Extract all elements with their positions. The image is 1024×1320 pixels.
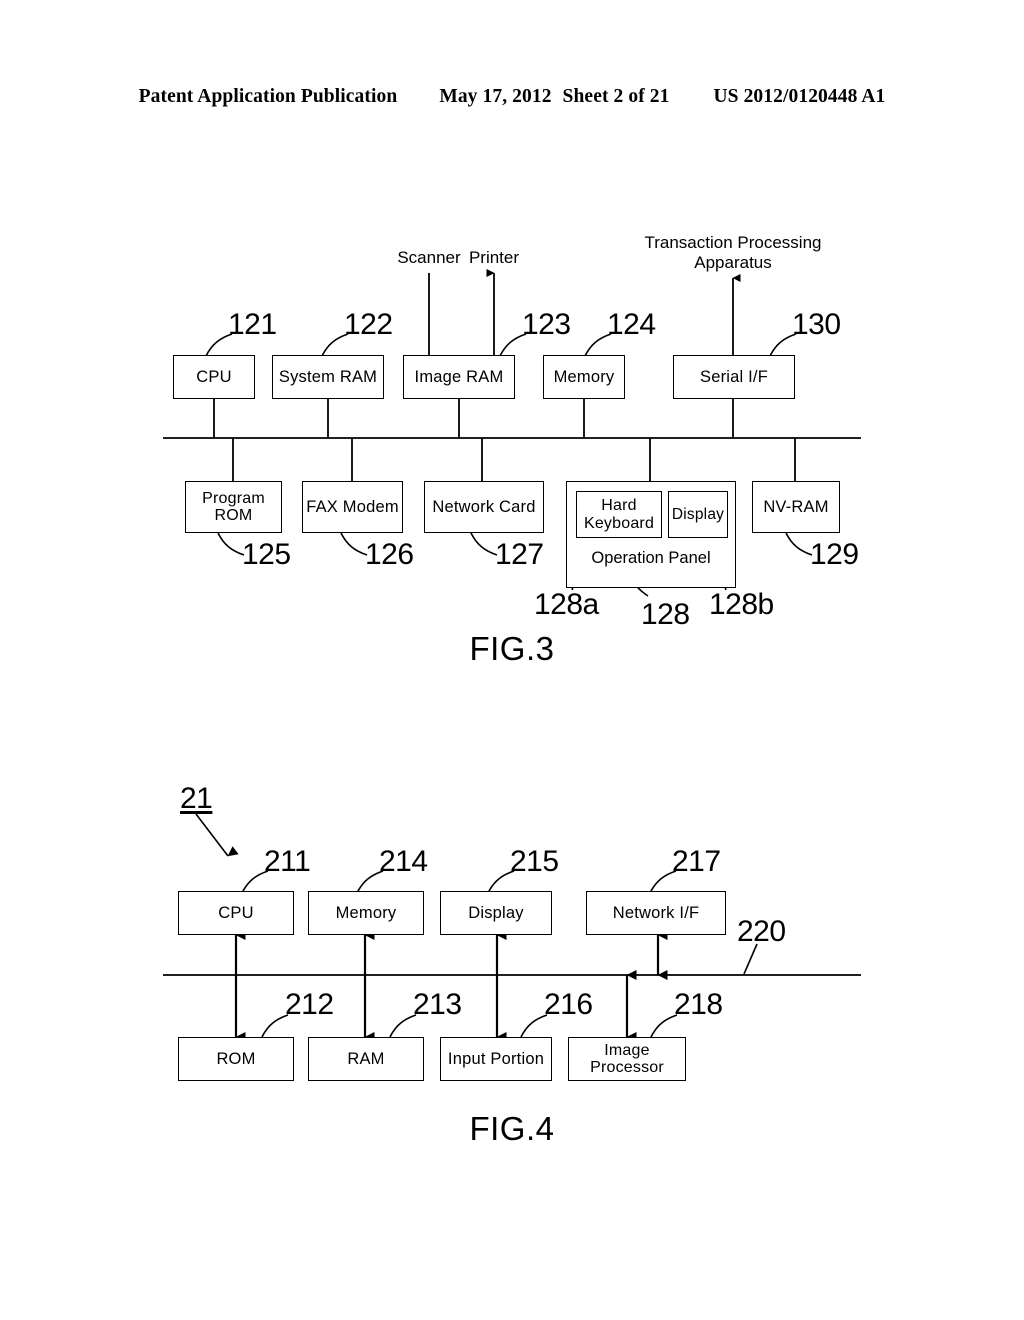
page-header: Patent Application Publication May 17, 2… [0, 86, 1024, 112]
box-program-rom-125-label-line2: ROM [214, 507, 253, 524]
printer-label: Printer [468, 248, 520, 267]
header-date-text: May 17, 2012 [439, 86, 552, 107]
ref-216: 216 [544, 988, 593, 1021]
box-network-if-217-label: Network I/F [612, 903, 700, 922]
box-hard-keyboard-128a: Hard Keyboard [576, 491, 662, 538]
ref-127: 127 [495, 538, 544, 571]
box-fax-modem-126: FAX Modem [302, 481, 403, 533]
box-display-215-label: Display [468, 903, 524, 922]
box-network-if-217: Network I/F [586, 891, 726, 935]
ref-121: 121 [228, 308, 277, 341]
box-cpu-211: CPU [178, 891, 294, 935]
box-program-rom-125: Program ROM [185, 481, 282, 533]
figure-3-connections [163, 269, 861, 597]
box-input-portion-216: Input Portion [440, 1037, 552, 1081]
transaction-apparatus-label: Transaction Processing Apparatus [633, 233, 833, 274]
box-memory-214: Memory [308, 891, 424, 935]
header-publication-text: Patent Application Publication [138, 86, 398, 107]
figure-4: 21 CPU Memory Display Network I/F 211 21… [0, 760, 1024, 1180]
box-image-processor-218: Image Processor [568, 1037, 686, 1081]
box-rom-212: ROM [178, 1037, 294, 1081]
ref-130: 130 [792, 308, 841, 341]
ref-129: 129 [810, 538, 859, 571]
box-ram-213: RAM [308, 1037, 424, 1081]
header-sheet-text: Sheet 2 of 21 [562, 86, 670, 107]
box-system-ram-122-label: System RAM [278, 367, 378, 386]
box-hard-keyboard-128a-label-line2: Keyboard [583, 514, 655, 532]
box-image-processor-218-label-line1: Image [604, 1041, 650, 1059]
figure-3-caption: FIG.3 [469, 630, 555, 667]
ref-217: 217 [672, 845, 721, 878]
ref-213: 213 [413, 988, 462, 1021]
box-image-processor-218-label-line2: Processor [590, 1059, 664, 1076]
box-nv-ram-129-label: NV-RAM [763, 497, 829, 516]
box-cpu-121-label: CPU [196, 367, 232, 386]
box-program-rom-125-label-line1: Program [202, 489, 265, 507]
system-21-pointer [195, 813, 239, 857]
ref-214: 214 [379, 845, 428, 878]
box-nv-ram-129: NV-RAM [752, 481, 840, 533]
ref-126: 126 [365, 538, 414, 571]
ref-128b: 128b [709, 588, 774, 621]
ref-128: 128 [641, 598, 690, 631]
box-input-portion-216-label: Input Portion [447, 1049, 545, 1068]
box-cpu-211-label: CPU [218, 903, 254, 922]
ref-128a: 128a [534, 588, 599, 621]
figure-3: Scanner Printer Transaction Processing A… [0, 200, 1024, 700]
ref-125: 125 [242, 538, 291, 571]
ref-122: 122 [344, 308, 393, 341]
box-network-card-127: Network Card [424, 481, 544, 533]
box-memory-124: Memory [543, 355, 625, 399]
ref-212: 212 [285, 988, 334, 1021]
ref-220-bus: 220 [737, 915, 786, 948]
box-rom-212-label: ROM [216, 1049, 256, 1068]
box-memory-124-label: Memory [553, 367, 615, 386]
transaction-apparatus-label-line1: Transaction Processing [644, 233, 822, 252]
scanner-label: Scanner [397, 248, 461, 267]
box-ram-213-label: RAM [347, 1049, 385, 1068]
box-display-128b-label: Display [671, 505, 725, 523]
box-display-215: Display [440, 891, 552, 935]
box-system-ram-122: System RAM [272, 355, 384, 399]
box-memory-214-label: Memory [335, 903, 397, 922]
ref-215: 215 [510, 845, 559, 878]
box-network-card-127-label: Network Card [432, 497, 536, 516]
ref-21-system: 21 [180, 782, 213, 815]
box-display-128b: Display [668, 491, 728, 538]
transaction-apparatus-label-line2: Apparatus [694, 253, 772, 273]
box-image-ram-123: Image RAM [403, 355, 515, 399]
figure-4-caption: FIG.4 [469, 1110, 555, 1147]
box-image-ram-123-label: Image RAM [414, 367, 504, 386]
box-serial-if-130-label: Serial I/F [699, 367, 769, 386]
ref-123: 123 [522, 308, 571, 341]
box-cpu-121: CPU [173, 355, 255, 399]
ref-211: 211 [264, 845, 311, 878]
box-serial-if-130: Serial I/F [673, 355, 795, 399]
ref-124: 124 [607, 308, 656, 341]
box-hard-keyboard-128a-label-line1: Hard [601, 497, 637, 515]
operation-panel-label: Operation Panel [591, 549, 711, 567]
ref-218: 218 [674, 988, 723, 1021]
header-patent-number-text: US 2012/0120448 A1 [713, 86, 886, 107]
box-fax-modem-126-label: FAX Modem [306, 497, 399, 516]
